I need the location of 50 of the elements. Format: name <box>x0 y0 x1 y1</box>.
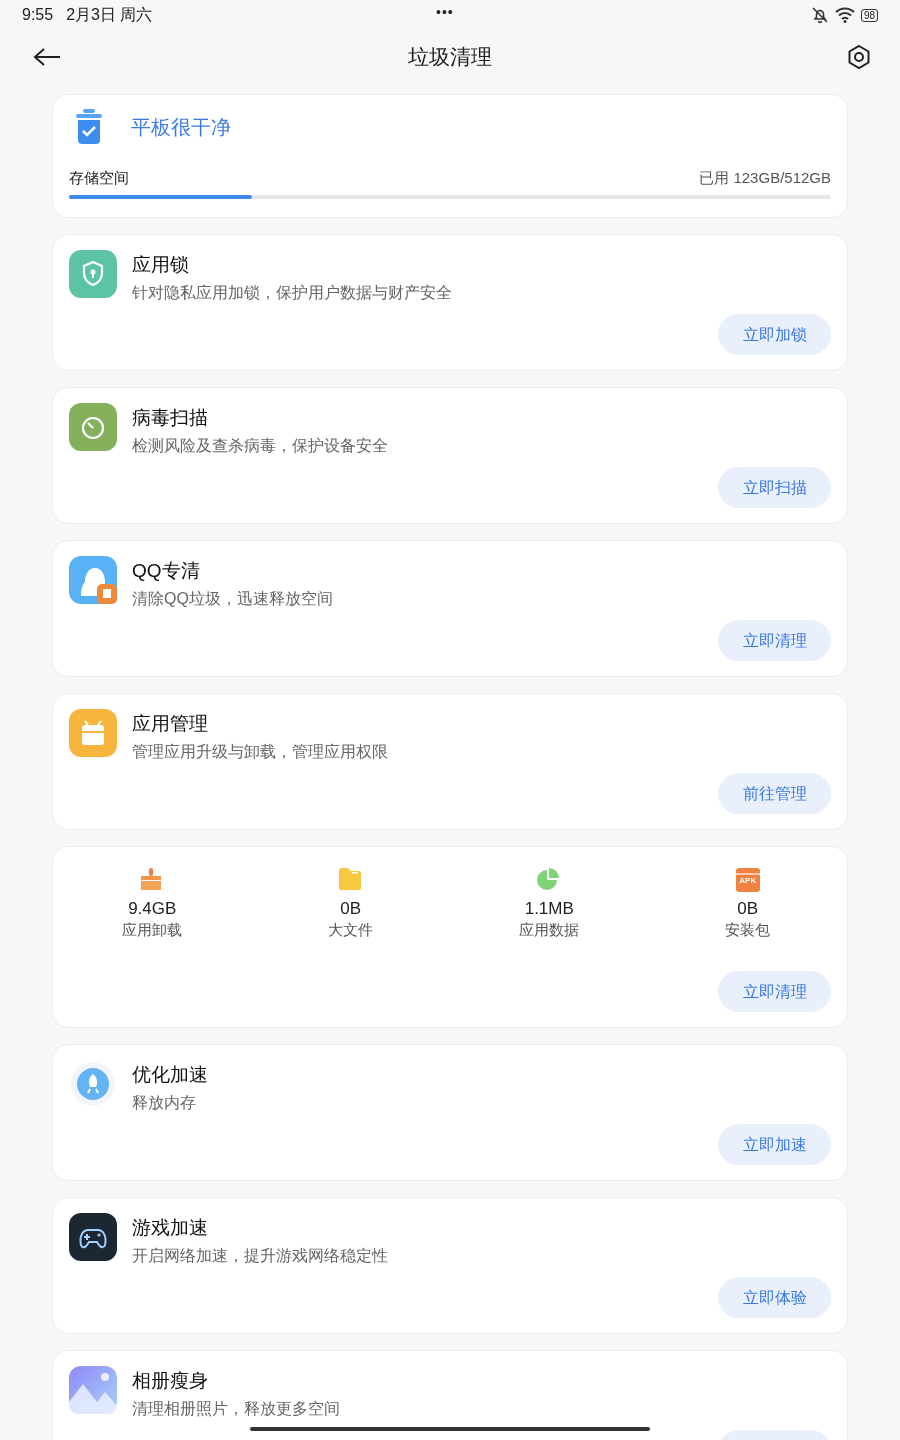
penguin-trash-icon <box>69 556 117 604</box>
card-title: 应用管理 <box>132 712 209 736</box>
action-button[interactable]: 立即清理 <box>718 620 831 661</box>
action-button[interactable]: 立即清理 <box>718 971 831 1012</box>
settings-icon <box>846 44 872 70</box>
stat-value: 0B <box>340 898 362 920</box>
apk-label: APK <box>738 876 758 886</box>
action-button[interactable]: 前往管理 <box>718 773 831 814</box>
mute-bell-icon <box>810 6 829 24</box>
stat-label: 应用数据 <box>519 920 580 940</box>
card-title: 游戏加速 <box>132 1216 209 1240</box>
stat-label: 安装包 <box>725 920 771 940</box>
card-title: 优化加速 <box>132 1063 208 1087</box>
action-button[interactable]: 立即加速 <box>718 1124 831 1165</box>
mountain-image-icon <box>69 1366 117 1414</box>
gamepad-icon <box>69 1213 117 1261</box>
clean-status: 平板很干净 <box>131 115 231 140</box>
storage-label: 存储空间 <box>69 168 129 188</box>
back-arrow-icon <box>33 47 61 67</box>
action-button[interactable]: 立即扫描 <box>718 467 831 508</box>
card-description: 清除QQ垃圾，迅速释放空间 <box>132 589 333 609</box>
wifi-icon <box>834 7 855 23</box>
card-title: 相册瘦身 <box>132 1369 209 1393</box>
timer-icon <box>69 403 117 451</box>
card-description: 针对隐私应用加锁，保护用户数据与财产安全 <box>132 283 452 303</box>
storage-usage: 已用 123GB/512GB <box>699 168 831 188</box>
status-time: 9:55 <box>22 5 54 25</box>
stat-value: 0B <box>737 898 759 920</box>
card-description: 清理相册照片，释放更多空间 <box>132 1399 340 1419</box>
card-description: 释放内存 <box>132 1093 197 1113</box>
battery-indicator: 98 <box>860 8 878 22</box>
card-title: QQ专清 <box>132 559 201 583</box>
rocket-icon <box>69 1060 117 1108</box>
card-title: 应用锁 <box>132 253 190 277</box>
status-date: 2月3日 周六 <box>66 5 153 25</box>
android-box-icon <box>69 709 117 757</box>
card-description: 开启网络加速，提升游戏网络稳定性 <box>132 1246 388 1266</box>
folder-icon <box>337 867 364 893</box>
action-button[interactable]: 立即加锁 <box>718 314 831 355</box>
card-description: 管理应用升级与卸载，管理应用权限 <box>132 742 388 762</box>
card-title: 病毒扫描 <box>132 406 209 430</box>
stat-value: 1.1MB <box>524 898 574 920</box>
action-button[interactable]: 立即体验 <box>718 1277 831 1318</box>
card-description: 检测风险及查杀病毒，保护设备安全 <box>132 436 388 456</box>
stat-label: 应用卸载 <box>122 920 183 940</box>
stat-value: 9.4GB <box>128 898 177 920</box>
page-title: 垃圾清理 <box>408 44 492 71</box>
shield-lock-icon <box>69 250 117 298</box>
stat-label: 大文件 <box>328 920 374 940</box>
more-dots: ••• <box>436 3 454 22</box>
